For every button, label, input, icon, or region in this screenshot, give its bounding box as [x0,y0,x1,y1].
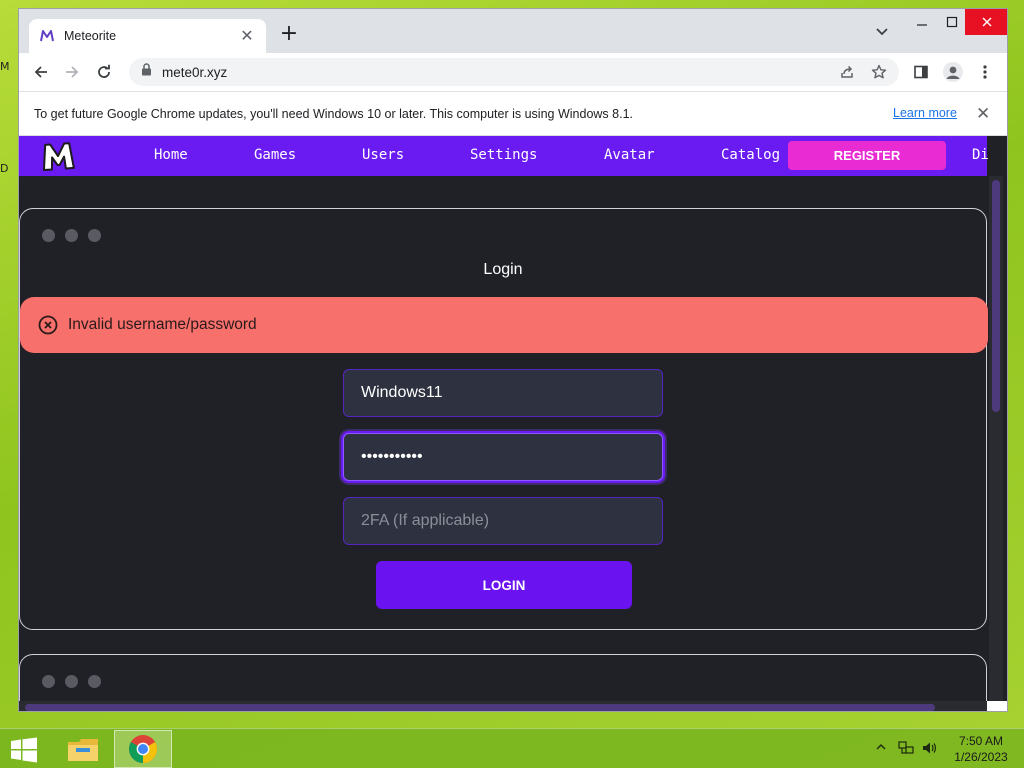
file-explorer-icon[interactable] [54,730,112,768]
page-viewport: Home Games Users Settings Avatar Catalog… [19,136,1007,711]
forward-arrow-icon[interactable] [60,60,84,84]
horizontal-scrollbar[interactable] [19,701,987,711]
vertical-scrollbar-thumb[interactable] [992,180,1000,412]
windows-start-icon[interactable] [8,735,40,765]
lock-icon [141,63,152,81]
nav-catalog[interactable]: Catalog [721,147,780,163]
login-title: Login [483,261,523,278]
show-hidden-icons-icon[interactable] [876,741,886,755]
url-text: mete0r.xyz [162,64,228,80]
infobar-close-icon[interactable]: ✕ [976,104,990,124]
tab-meteorite[interactable]: Meteorite ✕ [29,19,266,53]
nav-games[interactable]: Games [254,147,296,163]
back-arrow-icon[interactable] [29,60,53,84]
window-dots [42,229,101,242]
scrollbar-corner [987,701,1007,711]
dot [65,675,78,688]
dot [88,675,101,688]
nav-avatar[interactable]: Avatar [604,147,655,163]
volume-icon[interactable] [922,741,938,758]
dot [65,229,78,242]
nav-settings[interactable]: Settings [470,147,537,163]
desktop-icon-fragment: M [0,60,10,73]
login-button[interactable]: LOGIN [376,561,632,609]
dot [88,229,101,242]
maximize-button[interactable] [937,9,967,35]
nav-overflow-item[interactable]: Di [972,147,989,163]
more-menu-icon[interactable] [973,60,997,84]
browser-window: Meteorite ✕ + mete0r.xyz To get future G… [18,8,1008,712]
tab-strip: Meteorite ✕ + [19,9,1007,53]
username-field[interactable] [343,369,663,417]
login-panel: Login Invalid username/password LOGIN [19,208,988,630]
clock-date: 1/26/2023 [954,750,1008,764]
nav-home[interactable]: Home [154,147,188,163]
password-field[interactable] [343,433,663,481]
tab-title: Meteorite [64,29,117,43]
chrome-icon[interactable] [114,730,172,768]
error-message: Invalid username/password [68,316,257,333]
twofa-field[interactable] [343,497,663,545]
system-clock[interactable]: 7:50 AM 1/26/2023 [948,733,1014,765]
meteorite-logo-icon[interactable] [39,140,79,172]
vertical-scrollbar[interactable] [989,176,1003,711]
desktop-icon-fragment: D [0,162,9,175]
clock-time: 7:50 AM [958,734,1004,748]
tab-close-icon[interactable]: ✕ [238,26,256,46]
profile-avatar-icon[interactable] [941,60,965,84]
site-navbar: Home Games Users Settings Avatar Catalog… [19,136,989,176]
register-button[interactable]: REGISTER [788,141,946,170]
address-bar[interactable]: mete0r.xyz [129,58,899,86]
learn-more-link[interactable]: Learn more [893,106,957,120]
error-alert: Invalid username/password [20,297,988,353]
minimize-button[interactable] [907,9,937,35]
bookmark-star-icon[interactable] [869,62,889,82]
network-icon[interactable] [898,741,914,758]
error-circle-x-icon [38,315,58,335]
new-tab-button[interactable]: + [277,23,301,47]
update-infobar: To get future Google Chrome updates, you… [19,91,1007,136]
horizontal-scrollbar-thumb[interactable] [25,704,935,711]
browser-toolbar: mete0r.xyz [19,53,1007,91]
dot [42,229,55,242]
taskbar: 7:50 AM 1/26/2023 [0,728,1024,768]
tab-search-chevron-icon[interactable] [875,25,889,40]
nav-users[interactable]: Users [362,147,404,163]
close-window-button[interactable] [965,9,1007,35]
share-icon[interactable] [837,62,857,82]
dot [42,675,55,688]
infobar-message: To get future Google Chrome updates, you… [34,106,633,121]
side-panel-icon[interactable] [909,60,933,84]
reload-icon[interactable] [92,60,116,84]
meteorite-favicon-icon [39,28,55,44]
window-dots [42,675,101,688]
